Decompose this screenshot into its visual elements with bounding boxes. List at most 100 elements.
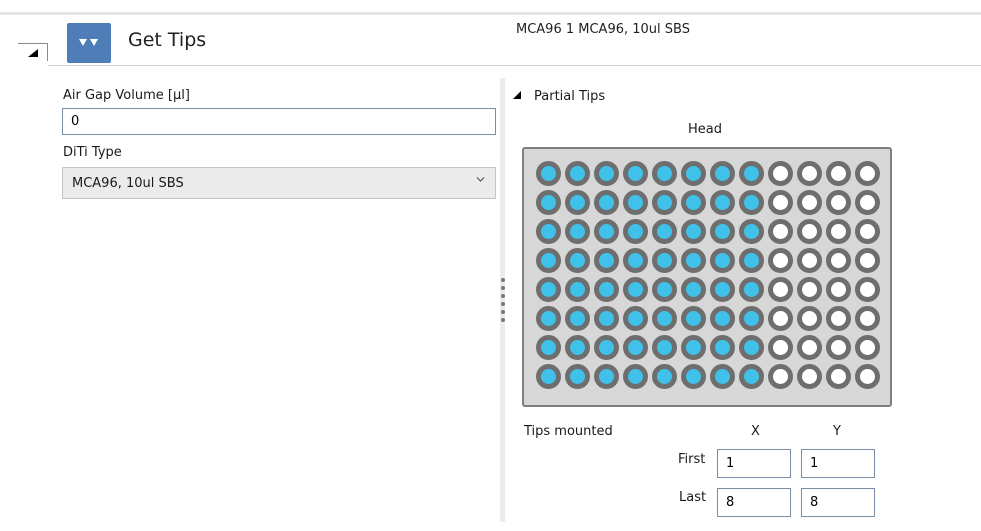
- tip-well-empty[interactable]: [826, 190, 851, 215]
- tip-well-empty[interactable]: [797, 306, 822, 331]
- tip-well-mounted[interactable]: [710, 161, 735, 186]
- tip-well-mounted[interactable]: [739, 161, 764, 186]
- tip-well-mounted[interactable]: [739, 277, 764, 302]
- tip-well-empty[interactable]: [797, 161, 822, 186]
- tip-well-mounted[interactable]: [536, 306, 561, 331]
- tip-well-mounted[interactable]: [710, 248, 735, 273]
- tip-well-empty[interactable]: [797, 190, 822, 215]
- tip-well-empty[interactable]: [797, 219, 822, 244]
- tip-well-empty[interactable]: [826, 335, 851, 360]
- tip-well-mounted[interactable]: [623, 248, 648, 273]
- tip-well-empty[interactable]: [826, 219, 851, 244]
- tip-well-mounted[interactable]: [652, 219, 677, 244]
- tip-well-mounted[interactable]: [536, 190, 561, 215]
- tip-well-mounted[interactable]: [652, 190, 677, 215]
- last-y-input[interactable]: [801, 488, 875, 517]
- panel-splitter[interactable]: [500, 78, 505, 522]
- tip-well-mounted[interactable]: [739, 335, 764, 360]
- tip-well-mounted[interactable]: [536, 161, 561, 186]
- tip-well-empty[interactable]: [855, 190, 880, 215]
- tip-well-mounted[interactable]: [623, 335, 648, 360]
- tip-well-mounted[interactable]: [594, 248, 619, 273]
- tip-well-mounted[interactable]: [565, 277, 590, 302]
- air-gap-input[interactable]: [62, 108, 496, 135]
- tip-well-empty[interactable]: [797, 248, 822, 273]
- tip-well-mounted[interactable]: [681, 248, 706, 273]
- tip-well-mounted[interactable]: [681, 306, 706, 331]
- tip-well-mounted[interactable]: [739, 248, 764, 273]
- tip-well-empty[interactable]: [768, 190, 793, 215]
- tip-well-mounted[interactable]: [652, 248, 677, 273]
- tip-well-empty[interactable]: [768, 364, 793, 389]
- tip-well-mounted[interactable]: [594, 161, 619, 186]
- tip-well-mounted[interactable]: [623, 161, 648, 186]
- tip-well-mounted[interactable]: [565, 306, 590, 331]
- tip-well-mounted[interactable]: [710, 219, 735, 244]
- tip-well-mounted[interactable]: [681, 190, 706, 215]
- tip-well-mounted[interactable]: [710, 190, 735, 215]
- tip-well-mounted[interactable]: [710, 277, 735, 302]
- tip-well-empty[interactable]: [797, 335, 822, 360]
- tip-well-mounted[interactable]: [594, 364, 619, 389]
- tip-well-mounted[interactable]: [623, 277, 648, 302]
- section-collapse-icon[interactable]: [512, 90, 522, 100]
- tip-well-mounted[interactable]: [652, 277, 677, 302]
- tip-well-empty[interactable]: [826, 161, 851, 186]
- tip-well-mounted[interactable]: [652, 364, 677, 389]
- tip-well-mounted[interactable]: [681, 161, 706, 186]
- tip-well-empty[interactable]: [826, 248, 851, 273]
- tip-well-mounted[interactable]: [536, 219, 561, 244]
- tip-well-mounted[interactable]: [681, 364, 706, 389]
- tip-well-mounted[interactable]: [594, 219, 619, 244]
- tip-well-mounted[interactable]: [739, 190, 764, 215]
- tip-well-mounted[interactable]: [623, 219, 648, 244]
- tip-well-mounted[interactable]: [681, 335, 706, 360]
- tip-well-mounted[interactable]: [710, 335, 735, 360]
- tip-well-mounted[interactable]: [594, 335, 619, 360]
- tip-well-empty[interactable]: [855, 277, 880, 302]
- tip-well-mounted[interactable]: [652, 161, 677, 186]
- tip-well-mounted[interactable]: [565, 219, 590, 244]
- collapse-toggle[interactable]: [18, 43, 48, 61]
- tip-well-mounted[interactable]: [565, 335, 590, 360]
- tip-well-empty[interactable]: [826, 364, 851, 389]
- tip-well-mounted[interactable]: [739, 219, 764, 244]
- tip-well-mounted[interactable]: [710, 306, 735, 331]
- tip-well-mounted[interactable]: [536, 277, 561, 302]
- tip-well-empty[interactable]: [768, 306, 793, 331]
- tip-well-mounted[interactable]: [623, 364, 648, 389]
- tip-well-mounted[interactable]: [681, 277, 706, 302]
- tip-well-empty[interactable]: [855, 219, 880, 244]
- tip-well-empty[interactable]: [855, 161, 880, 186]
- tip-well-mounted[interactable]: [623, 190, 648, 215]
- tip-well-empty[interactable]: [768, 161, 793, 186]
- last-x-input[interactable]: [717, 488, 791, 517]
- tip-well-mounted[interactable]: [739, 306, 764, 331]
- tip-well-empty[interactable]: [768, 277, 793, 302]
- first-x-input[interactable]: [717, 449, 791, 478]
- tip-well-mounted[interactable]: [594, 306, 619, 331]
- tip-well-empty[interactable]: [826, 277, 851, 302]
- tip-well-mounted[interactable]: [536, 248, 561, 273]
- tip-head-grid[interactable]: [522, 147, 892, 407]
- tip-well-empty[interactable]: [855, 248, 880, 273]
- tip-well-mounted[interactable]: [623, 306, 648, 331]
- tip-well-empty[interactable]: [826, 306, 851, 331]
- tip-well-mounted[interactable]: [652, 335, 677, 360]
- tip-well-mounted[interactable]: [565, 190, 590, 215]
- tip-well-mounted[interactable]: [652, 306, 677, 331]
- tip-well-empty[interactable]: [768, 248, 793, 273]
- tip-well-empty[interactable]: [855, 364, 880, 389]
- tip-well-mounted[interactable]: [681, 219, 706, 244]
- diti-type-select[interactable]: MCA96, 10ul SBS: [62, 167, 496, 199]
- tip-well-mounted[interactable]: [594, 190, 619, 215]
- tip-well-mounted[interactable]: [536, 364, 561, 389]
- first-y-input[interactable]: [801, 449, 875, 478]
- tip-well-empty[interactable]: [855, 335, 880, 360]
- tip-well-mounted[interactable]: [565, 364, 590, 389]
- tip-well-mounted[interactable]: [565, 161, 590, 186]
- tip-well-empty[interactable]: [768, 335, 793, 360]
- tip-well-empty[interactable]: [797, 364, 822, 389]
- tip-well-mounted[interactable]: [536, 335, 561, 360]
- tip-well-mounted[interactable]: [565, 248, 590, 273]
